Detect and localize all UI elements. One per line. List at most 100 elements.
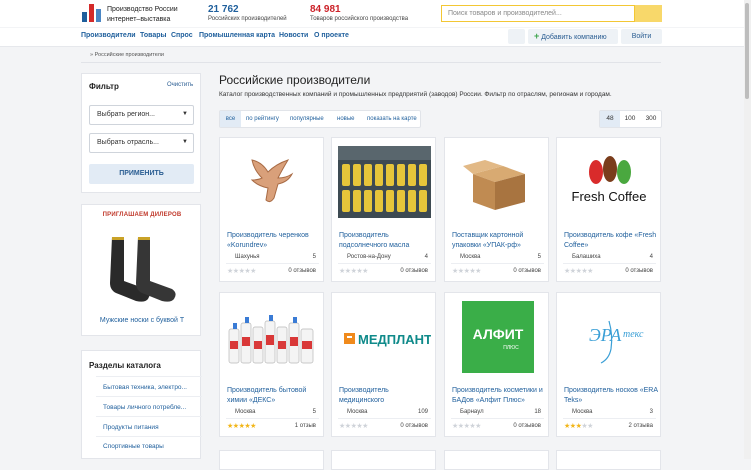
tab-rating[interactable]: по рейтингу — [246, 111, 279, 127]
nav-about[interactable]: О проекте — [314, 32, 349, 39]
card-reviews[interactable]: 0 отзывов — [513, 268, 541, 274]
divider — [96, 436, 202, 437]
divider — [226, 418, 319, 419]
card-city: Москва — [460, 254, 481, 260]
cardboard-box-image — [463, 160, 525, 210]
card-reviews[interactable]: 0 отзывов — [288, 268, 316, 274]
card-city: Москва — [347, 409, 368, 415]
company-card[interactable]: АЛФИТ ПЛЮС Производитель косметики и БАД… — [444, 292, 549, 437]
rating-stars: ★★★★★ — [452, 267, 481, 275]
card-reviews[interactable]: 1 отзыв — [295, 423, 316, 429]
socks-image[interactable] — [94, 235, 188, 305]
section-appliances[interactable]: Бытовая техника, электро... — [103, 384, 187, 391]
card-reviews[interactable]: 0 отзывов — [513, 423, 541, 429]
tab-new[interactable]: новые — [337, 111, 355, 127]
rating-stars: ★★★★★ — [564, 422, 593, 430]
company-card[interactable]: Производитель бытовой химии «ДЕКС» Москв… — [219, 292, 324, 437]
card-city: Москва — [572, 409, 593, 415]
rating-stars: ★★★★★ — [227, 267, 256, 275]
section-consumer-goods[interactable]: Товары личного потребле... — [103, 404, 186, 411]
apply-filter-button[interactable]: ПРИМЕНИТЬ — [89, 164, 194, 184]
nav-products[interactable]: Товары — [140, 32, 166, 39]
industry-select[interactable]: Выбрать отрасль... ▼ — [89, 133, 194, 153]
era-teks-logo-text: ЭРА — [589, 325, 622, 345]
per-page-100[interactable]: 100 — [620, 111, 640, 127]
nav-industrial-map[interactable]: Промышленная карта — [199, 32, 275, 39]
era-teks-logo-subtext: текс — [623, 329, 644, 340]
card-reviews[interactable]: 0 отзывов — [625, 268, 653, 274]
dealers-caption[interactable]: Мужские носки с буквой Т — [82, 317, 202, 324]
star-icon: ★ — [250, 423, 256, 430]
card-reviews[interactable]: 0 отзывов — [400, 268, 428, 274]
company-card[interactable]: Fresh Coffee Производитель кофе «Fresh C… — [556, 137, 661, 282]
card-title[interactable]: Производитель бытовой химии «ДЕКС» — [227, 386, 321, 406]
company-card[interactable] — [219, 450, 324, 470]
card-title[interactable]: Производитель медицинского — [339, 386, 433, 406]
divider — [338, 263, 431, 264]
card-reviews[interactable]: 2 отзыва — [629, 423, 653, 429]
divider — [451, 418, 544, 419]
divider — [338, 418, 431, 419]
breadcrumb[interactable]: » Российские производители — [90, 52, 164, 58]
sections-title: Разделы каталога — [89, 361, 161, 370]
fresh-coffee-logo: Fresh Coffee — [572, 156, 647, 204]
fresh-coffee-logo-text: Fresh Coffee — [572, 189, 647, 204]
rating-stars: ★★★★★ — [227, 422, 256, 430]
tab-popular[interactable]: популярные — [290, 111, 324, 127]
card-title[interactable]: Производитель черенков «Korundrev» — [227, 231, 321, 251]
region-select-value: Выбрать регион... — [97, 111, 155, 118]
search-input[interactable]: Поиск товаров и производителей... — [441, 5, 635, 22]
per-page-48[interactable]: 48 — [600, 111, 620, 127]
card-product-count: 4 — [424, 254, 428, 260]
chemicals-bottles-image — [228, 315, 314, 364]
nav-news[interactable]: Новости — [279, 32, 308, 39]
search-placeholder: Поиск товаров и производителей... — [448, 10, 562, 17]
rating-stars: ★★★★★ — [339, 267, 368, 275]
login-button[interactable]: Войти — [621, 29, 662, 44]
rating-stars: ★★★★★ — [452, 422, 481, 430]
add-company-label: Добавить компанию — [541, 34, 607, 41]
brand-title[interactable]: Производство России интернет–выставка — [107, 5, 178, 25]
card-title[interactable]: Производитель кофе «Fresh Coffee» — [564, 231, 658, 251]
card-reviews[interactable]: 0 отзывов — [400, 423, 428, 429]
divider — [226, 263, 319, 264]
company-card[interactable]: Производитель черенков «Korundrev» Шахун… — [219, 137, 324, 282]
company-card[interactable]: ЭРА текс Производитель носков «ERA Teks»… — [556, 292, 661, 437]
section-sports[interactable]: Спортивные товары — [103, 443, 164, 450]
section-food[interactable]: Продукты питания — [103, 424, 159, 431]
user-icon-button[interactable] — [508, 29, 525, 44]
dealers-banner[interactable]: ПРИГЛАШАЕМ ДИЛЕРОВ Мужские носки с букво… — [81, 204, 201, 336]
card-title[interactable]: Производитель подсолнечного масла — [339, 231, 433, 251]
tab-show-map[interactable]: показать на карте — [367, 111, 417, 127]
divider — [451, 263, 544, 264]
chevron-down-icon: ▼ — [182, 111, 188, 117]
divider — [563, 263, 656, 264]
per-page-300[interactable]: 300 — [641, 111, 661, 127]
tab-all[interactable]: все — [220, 111, 241, 127]
dealers-title: ПРИГЛАШАЕМ ДИЛЕРОВ — [102, 212, 182, 218]
clear-filter-link[interactable]: Очистить — [167, 82, 193, 88]
company-card[interactable]: МЕДПЛАНТ Производитель медицинского Моск… — [331, 292, 436, 437]
site-logo-icon[interactable] — [82, 4, 102, 22]
divider — [563, 418, 656, 419]
page-title: Российские производители — [219, 73, 371, 87]
company-card[interactable] — [556, 450, 661, 470]
card-product-count: 4 — [649, 254, 653, 260]
card-title[interactable]: Производитель косметики и БАДов «Алфит П… — [452, 386, 546, 406]
search-button[interactable] — [635, 5, 662, 22]
main-nav: Производители Товары Спрос Промышленная … — [0, 28, 751, 47]
card-title[interactable]: Поставщик картонной упаковки «УПАК-рф» — [452, 231, 546, 251]
card-title[interactable]: Производитель носков «ERA Teks» — [564, 386, 658, 406]
nav-producers[interactable]: Производители — [81, 32, 136, 39]
scrollbar-thumb[interactable] — [745, 3, 749, 99]
company-card[interactable]: Поставщик картонной упаковки «УПАК-рф» М… — [444, 137, 549, 282]
company-card[interactable]: Производитель подсолнечного масла Ростов… — [331, 137, 436, 282]
star-icon: ★ — [587, 423, 593, 430]
region-select[interactable]: Выбрать регион... ▼ — [89, 105, 194, 125]
company-card[interactable] — [444, 450, 549, 470]
company-card[interactable] — [331, 450, 436, 470]
filter-panel: Фильтр Очистить Выбрать регион... ▼ Выбр… — [81, 73, 201, 193]
sort-tabs: все по рейтингу популярные новые показат… — [219, 110, 421, 128]
nav-demand[interactable]: Спрос — [171, 32, 193, 39]
add-company-button[interactable]: + Добавить компанию — [528, 29, 618, 44]
